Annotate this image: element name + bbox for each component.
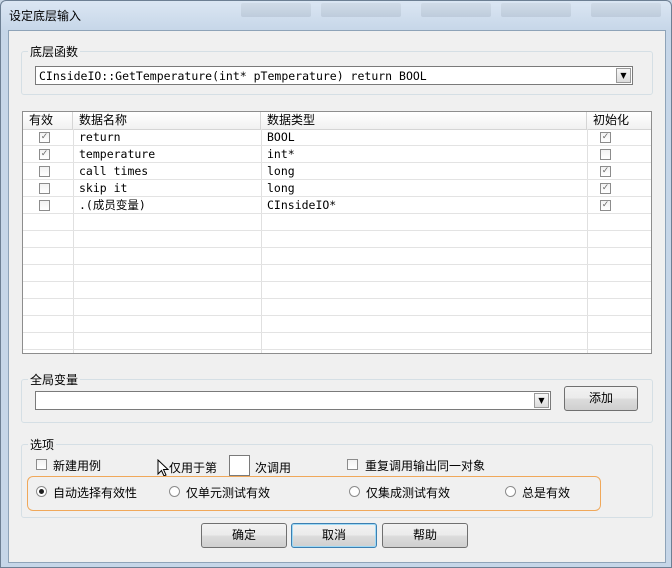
dialog-client-area: 底层函数 CInsideIO::GetTemperature(int* pTem… [8, 30, 666, 563]
unit-test-only-label[interactable]: 仅单元测试有效 [186, 484, 270, 501]
init-checkbox[interactable]: ✓ [600, 132, 611, 143]
data-table[interactable]: 有效 数据名称 数据类型 初始化 ✓ return BOOL ✓ ✓ temperatur… [22, 111, 652, 354]
valid-checkbox[interactable] [39, 166, 50, 177]
background-toolbar-blur [241, 3, 311, 17]
background-toolbar-blur [501, 3, 571, 17]
table-row-empty [23, 265, 651, 282]
table-row-empty [23, 248, 651, 265]
title-bar[interactable]: 设定底层输入 [1, 1, 671, 29]
ok-button[interactable]: 确定 [201, 523, 287, 548]
table-row-empty [23, 214, 651, 231]
table-row[interactable]: ✓ return BOOL ✓ [23, 129, 651, 146]
valid-checkbox[interactable]: ✓ [39, 132, 50, 143]
cell-name: temperature [79, 147, 156, 161]
dialog-window: 设定底层输入 底层函数 CInsideIO::GetTemperature(in… [0, 0, 672, 568]
call-count-input[interactable] [229, 455, 250, 476]
always-valid-radio[interactable] [505, 486, 516, 497]
only-for-label: 仅用于第 [169, 461, 218, 475]
table-row-empty [23, 316, 651, 333]
background-toolbar-blur [421, 3, 491, 17]
auto-validity-label[interactable]: 自动选择有效性 [53, 484, 137, 501]
table-row[interactable]: ✓ temperature int* [23, 146, 651, 163]
function-group-label: 底层函数 [28, 43, 81, 60]
cell-type: BOOL [267, 130, 295, 144]
chevron-down-icon[interactable]: ▼ [616, 68, 631, 83]
table-row-empty [23, 282, 651, 299]
table-row[interactable]: .(成员变量) CInsideIO* ✓ [23, 197, 651, 214]
repeat-same-label: 重复调用输出同一对象 [365, 459, 486, 473]
always-valid-label[interactable]: 总是有效 [522, 484, 570, 501]
background-toolbar-blur [591, 3, 661, 17]
add-button[interactable]: 添加 [564, 386, 638, 411]
new-case-label: 新建用例 [53, 459, 102, 473]
options-group-label: 选项 [28, 436, 57, 453]
column-header-init[interactable]: 初始化 [587, 112, 651, 129]
init-checkbox[interactable]: ✓ [600, 200, 611, 211]
function-combo-value: CInsideIO::GetTemperature(int* pTemperat… [39, 69, 427, 83]
valid-checkbox[interactable]: ✓ [39, 149, 50, 160]
cell-name: skip it [79, 181, 128, 195]
table-row-empty [23, 333, 651, 350]
cancel-button[interactable]: 取消 [291, 523, 377, 548]
cell-name: call times [79, 164, 149, 178]
call-suffix-label: 次调用 [255, 461, 292, 475]
table-header: 有效 数据名称 数据类型 初始化 [23, 112, 651, 130]
cell-name: .(成员变量) [79, 198, 146, 212]
table-row-empty [23, 299, 651, 316]
integration-test-only-label[interactable]: 仅集成测试有效 [366, 484, 450, 501]
valid-checkbox[interactable] [39, 183, 50, 194]
cell-type: int* [267, 147, 295, 161]
table-row[interactable]: call times long ✓ [23, 163, 651, 180]
auto-validity-radio[interactable] [36, 486, 47, 497]
column-header-type[interactable]: 数据类型 [261, 112, 587, 129]
cell-type: long [267, 164, 295, 178]
chevron-down-icon[interactable]: ▼ [534, 393, 549, 408]
table-row-empty [23, 231, 651, 248]
cell-type: long [267, 181, 295, 195]
window-title: 设定底层输入 [9, 9, 82, 23]
help-button[interactable]: 帮助 [382, 523, 468, 548]
function-combo[interactable]: CInsideIO::GetTemperature(int* pTemperat… [35, 66, 633, 85]
table-row[interactable]: skip it long ✓ [23, 180, 651, 197]
cell-type: CInsideIO* [267, 198, 337, 212]
new-case-checkbox[interactable] [36, 459, 47, 470]
global-variable-combo[interactable]: ▼ [35, 391, 551, 410]
cell-name: return [79, 130, 121, 144]
integration-test-only-radio[interactable] [349, 486, 360, 497]
column-header-name[interactable]: 数据名称 [73, 112, 261, 129]
global-variable-group-label: 全局变量 [28, 371, 81, 388]
repeat-same-checkbox[interactable] [347, 459, 358, 470]
init-checkbox[interactable]: ✓ [600, 166, 611, 177]
unit-test-only-radio[interactable] [169, 486, 180, 497]
background-toolbar-blur [321, 3, 401, 17]
column-header-valid[interactable]: 有效 [23, 112, 73, 129]
init-checkbox[interactable] [600, 149, 611, 160]
init-checkbox[interactable]: ✓ [600, 183, 611, 194]
valid-checkbox[interactable] [39, 200, 50, 211]
